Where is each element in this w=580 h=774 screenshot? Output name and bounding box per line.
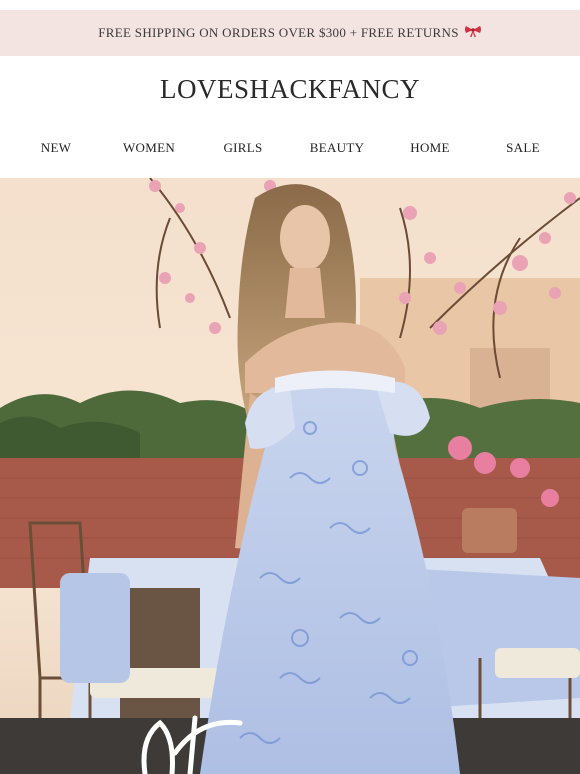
nav-item-women[interactable]: WOMEN: [123, 140, 175, 156]
main-nav: NEW WOMEN GIRLS BEAUTY HOME SALE: [0, 140, 580, 164]
nav-item-girls[interactable]: GIRLS: [223, 140, 262, 156]
nav-item-beauty[interactable]: BEAUTY: [310, 140, 365, 156]
brand-logo[interactable]: LOVESHACKFANCY: [0, 74, 580, 105]
nav-item-home[interactable]: HOME: [410, 140, 449, 156]
hero-image[interactable]: [0, 178, 580, 774]
promo-banner[interactable]: FREE SHIPPING ON ORDERS OVER $300 + FREE…: [0, 10, 580, 56]
nav-item-sale[interactable]: SALE: [506, 140, 540, 156]
nav-item-new[interactable]: NEW: [41, 140, 72, 156]
bow-icon: [464, 24, 482, 43]
promo-banner-text: FREE SHIPPING ON ORDERS OVER $300 + FREE…: [98, 25, 459, 40]
